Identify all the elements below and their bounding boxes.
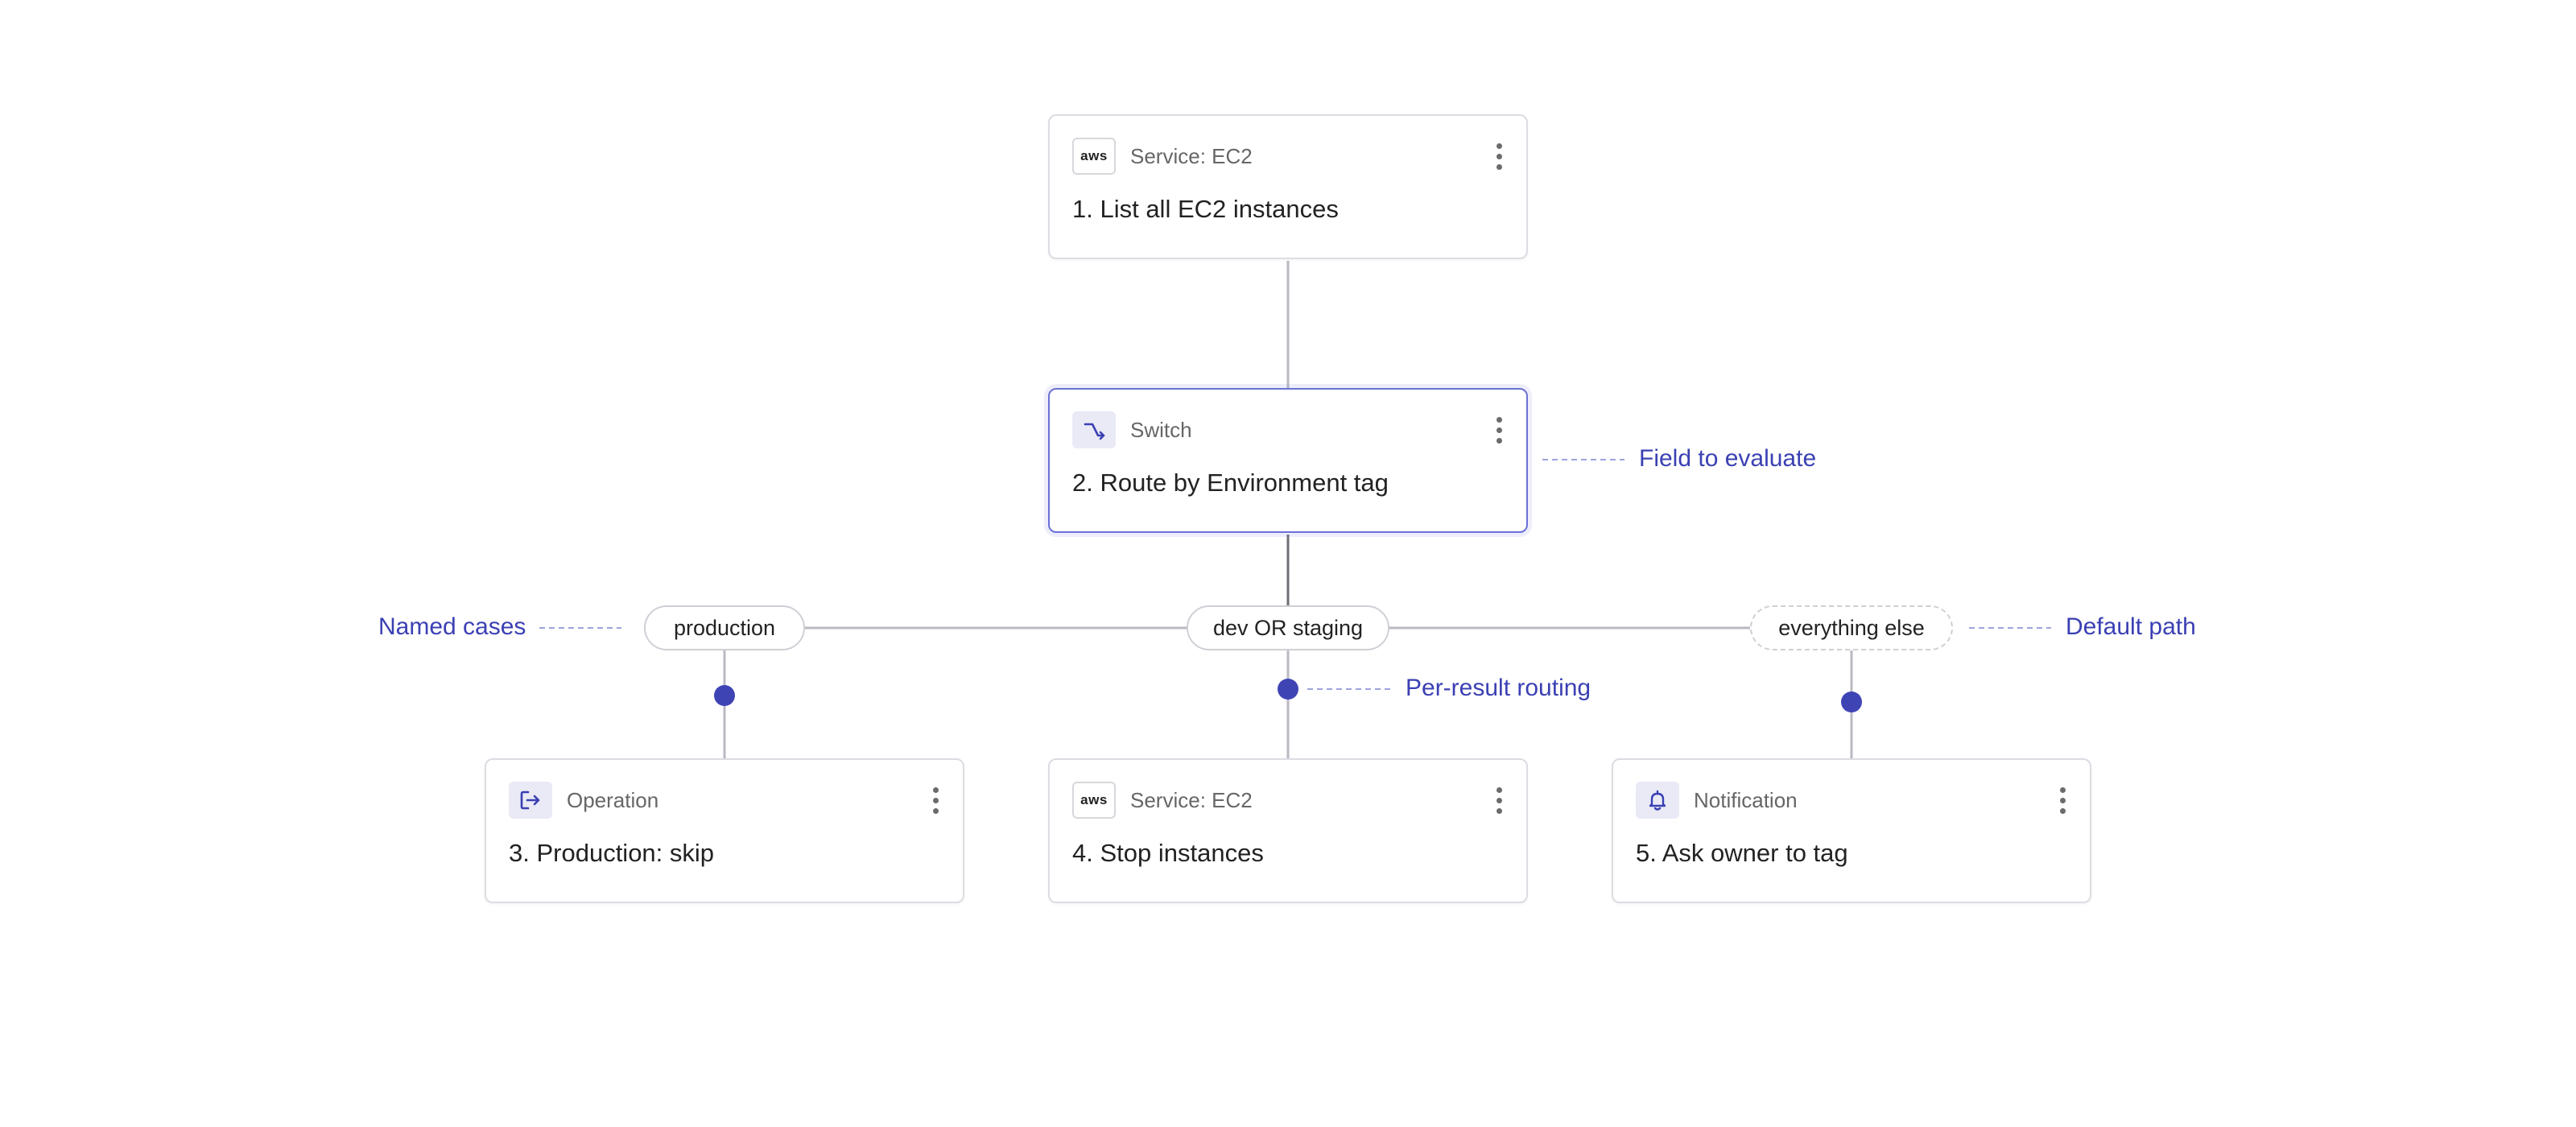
case-pill-default[interactable]: everything else (1750, 605, 1953, 650)
node-title: 3. Production: skip (509, 839, 715, 867)
node-type-label: Operation (567, 787, 659, 812)
more-options-icon[interactable] (927, 781, 943, 819)
node-type-label: Switch (1130, 417, 1192, 442)
annotation-per-result-routing: Per-result routing (1406, 675, 1591, 701)
bell-icon (1636, 782, 1679, 819)
more-options-icon[interactable] (1491, 781, 1507, 819)
node-1-card[interactable]: aws Service: EC2 1. List all EC2 instanc… (1048, 114, 1528, 259)
node-type-label: Notification (1694, 787, 1798, 812)
node-title: 4. Stop instances (1072, 839, 1264, 867)
node-title: 2. Route by Environment tag (1072, 469, 1389, 497)
more-options-icon[interactable] (1491, 411, 1507, 449)
more-options-icon[interactable] (2054, 781, 2070, 819)
aws-logo-icon: aws (1072, 782, 1116, 819)
node-5-card[interactable]: Notification 5. Ask owner to tag (1612, 758, 2091, 903)
branch-dot-default[interactable] (1841, 691, 1862, 712)
annotation-field-to-evaluate: Field to evaluate (1639, 445, 1817, 472)
more-options-icon[interactable] (1491, 137, 1507, 175)
branch-dot-production[interactable] (714, 685, 735, 706)
node-title: 1. List all EC2 instances (1072, 195, 1339, 223)
node-type-label: Service: EC2 (1130, 143, 1253, 168)
node-type-label: Service: EC2 (1130, 787, 1253, 812)
annotation-named-cases: Named cases (378, 613, 526, 640)
node-3-card[interactable]: Operation 3. Production: skip (485, 758, 964, 903)
node-4-card[interactable]: aws Service: EC2 4. Stop instances (1048, 758, 1528, 903)
exit-arrow-icon (509, 782, 552, 819)
annotation-default-path: Default path (2066, 613, 2196, 640)
node-title: 5. Ask owner to tag (1636, 839, 1848, 867)
switch-route-icon (1072, 411, 1116, 448)
case-pill-dev-staging[interactable]: dev OR staging (1187, 605, 1389, 650)
branch-dot-dev-staging[interactable] (1278, 679, 1298, 700)
aws-logo-icon: aws (1072, 138, 1116, 175)
case-pill-production[interactable]: production (644, 605, 805, 650)
node-2-card[interactable]: Switch 2. Route by Environment tag (1048, 388, 1528, 533)
